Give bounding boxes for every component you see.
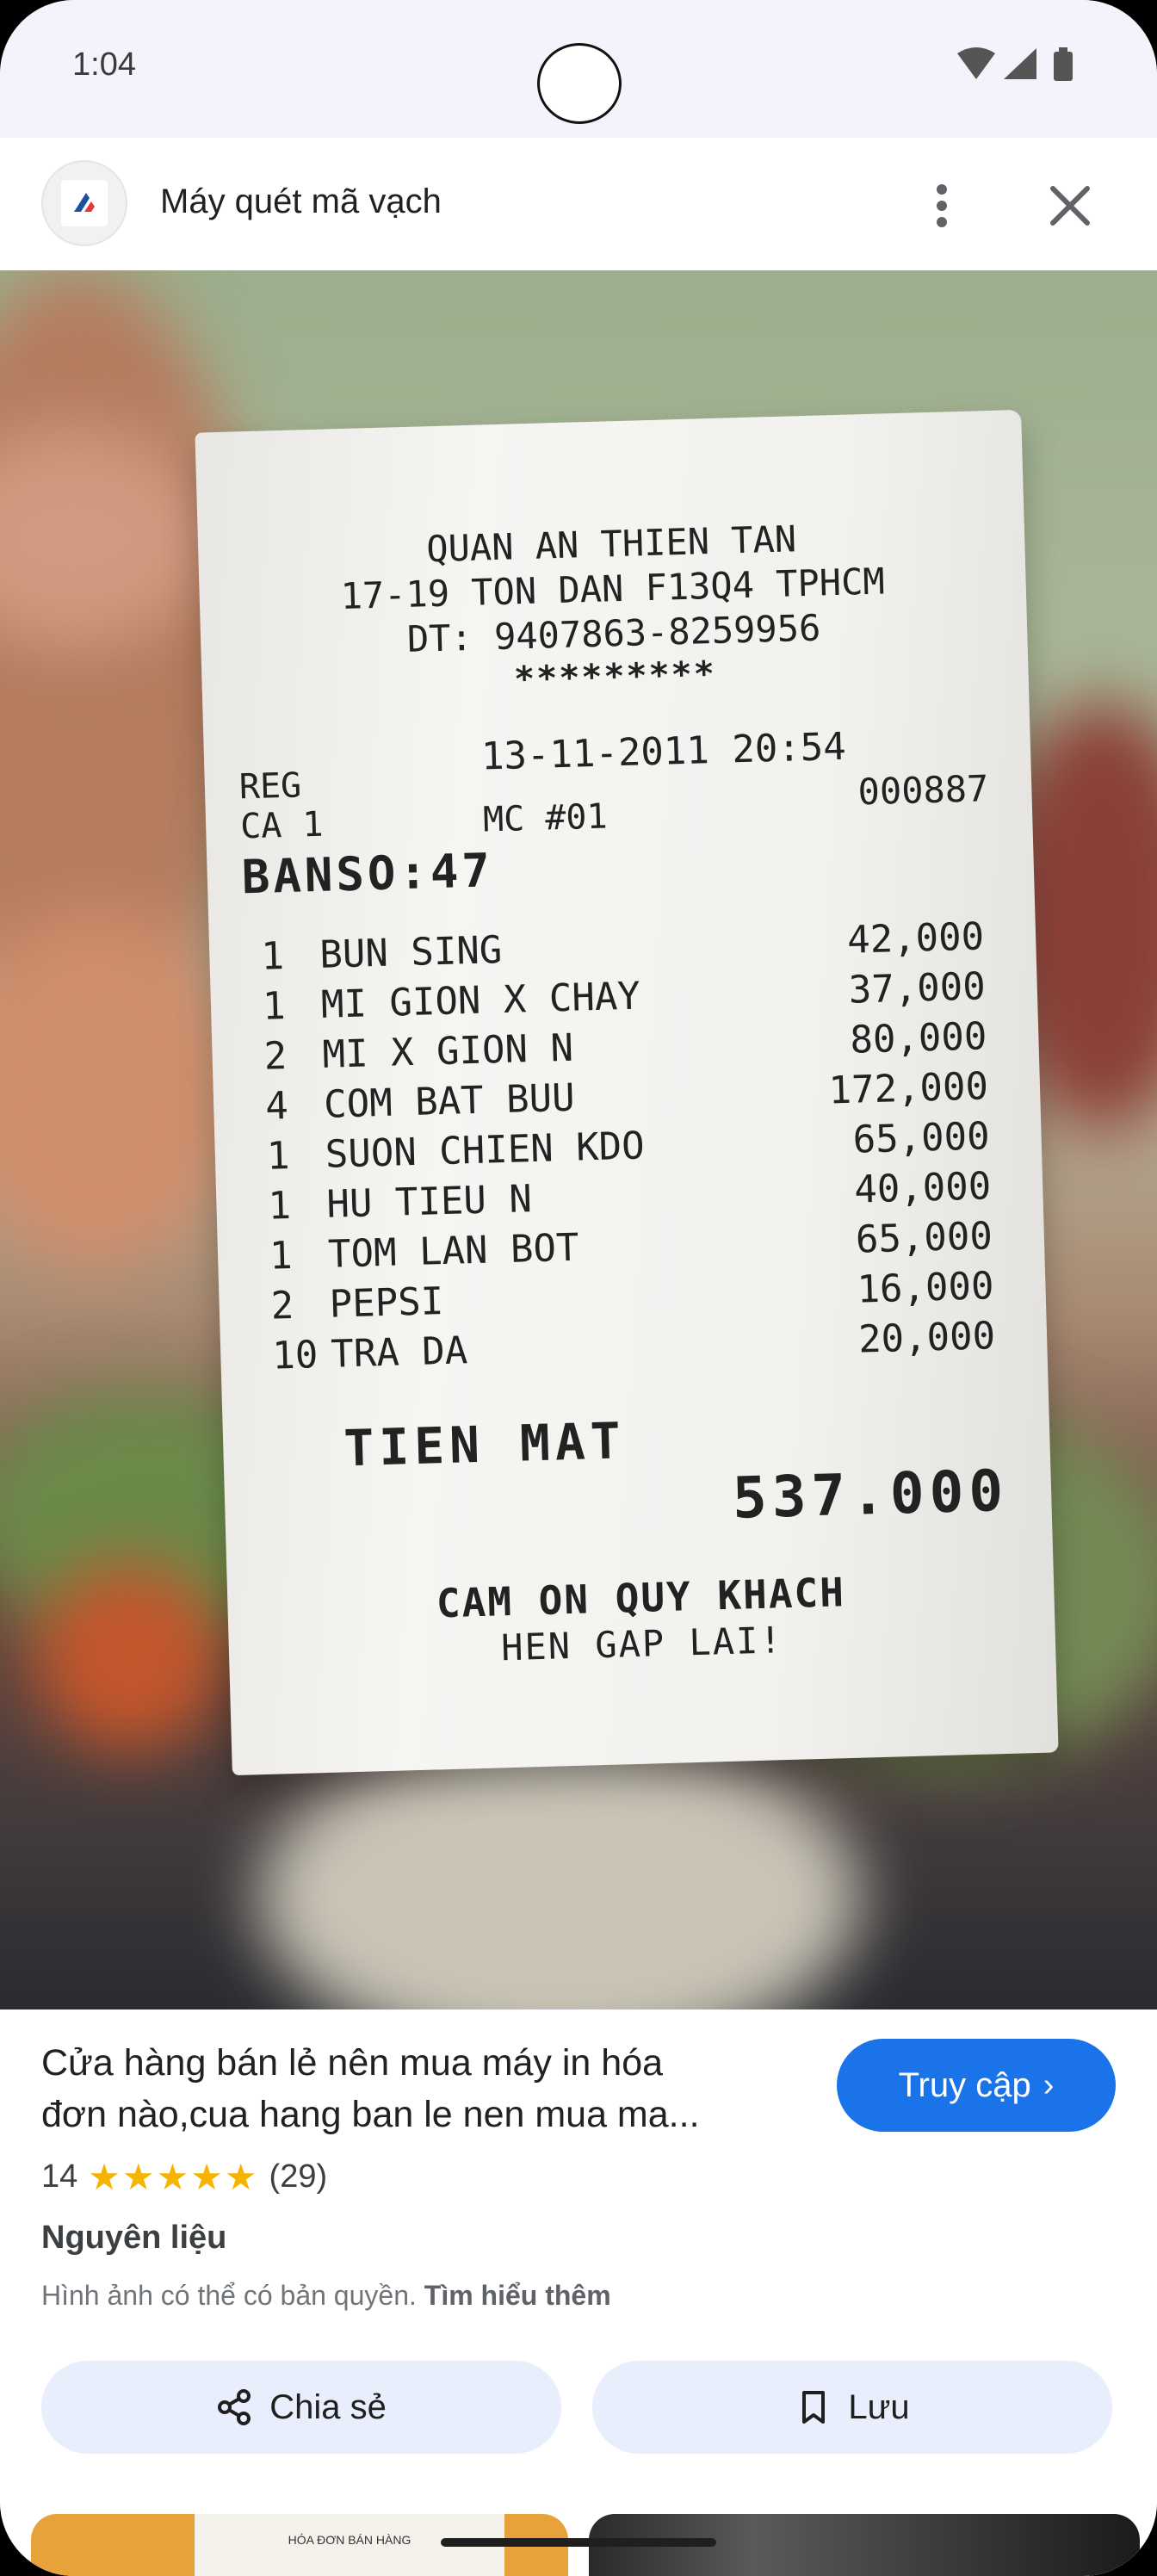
receipt-item-price: 42,000: [846, 914, 985, 963]
receipt-item-name: COM BAT BUU: [323, 1075, 576, 1127]
result-title-line1: Cửa hàng bán lẻ nên mua máy in hóa: [41, 2042, 664, 2084]
copyright-notice: Hình ảnh có thể có bản quyền. Tìm hiểu t…: [41, 2280, 611, 2312]
bookmark-icon: [802, 2391, 826, 2424]
camera-cutout: [537, 43, 622, 124]
rating-row: 14 ★★★★★ (29): [41, 2156, 327, 2198]
receipt-item-price: 80,000: [849, 1014, 988, 1062]
receipt-items: 1 BUN SING 42,000 1 MI GION X CHAY 37,000 2 MI …: [195, 410, 1021, 1378]
app-header: Máy quét mã vạch: [0, 138, 1157, 271]
battery-icon: [1054, 47, 1073, 81]
receipt-item-price: 16,000: [856, 1264, 995, 1312]
receipt-item-name: BUN SING: [319, 927, 503, 977]
result-title[interactable]: Cửa hàng bán lẻ nên mua máy in hóa đơn n…: [41, 2037, 799, 2140]
receipt-datetime: 13-11-2011 20:54: [480, 724, 847, 779]
receipt-paper: QUAN AN THIEN TAN 17-19 TON DAN F13Q4 TP…: [195, 409, 1059, 1776]
visit-label: Truy cập: [898, 2065, 1031, 2104]
receipt-item-qty: 1: [266, 1133, 291, 1179]
page-title: Máy quét mã vạch: [160, 183, 442, 220]
gesture-home-bar[interactable]: [441, 2538, 716, 2547]
receipt-item-qty: 1: [262, 984, 287, 1029]
receipt-mc: MC #01: [482, 796, 609, 840]
receipt-item-name: HU TIEU N: [325, 1177, 533, 1227]
result-image: QUAN AN THIEN TAN 17-19 TON DAN F13Q4 TP…: [0, 270, 1157, 2009]
chevron-right-icon: ›: [1043, 2066, 1055, 2103]
result-info-panel: Cửa hàng bán lẻ nên mua máy in hóa đơn n…: [0, 2009, 1157, 2576]
result-category: Nguyên liệu: [41, 2220, 227, 2256]
status-bar: 1:04: [0, 0, 1157, 138]
receipt-item-price: 65,000: [855, 1214, 993, 1262]
related-image-1-caption: HÓA ĐƠN BÁN HÀNG: [288, 2533, 411, 2547]
result-title-line2: đơn nào,cua hang ban le nen mua ma...: [41, 2094, 700, 2135]
receipt-item-qty: 10: [271, 1333, 319, 1378]
wifi-icon: [957, 47, 995, 79]
receipt-item-name: TRA DA: [330, 1328, 468, 1377]
save-button[interactable]: Lưu: [592, 2361, 1112, 2454]
close-icon[interactable]: [1038, 174, 1102, 238]
status-icons: [957, 47, 1073, 81]
receipt-ca: CA 1: [239, 804, 325, 847]
receipt-banso: BANSO:47: [240, 843, 494, 905]
receipt-payment-label: TIEN MAT: [343, 1411, 627, 1478]
phone-screen: 1:04 Máy quét mã vạch QUAN AN THIEN TAN …: [0, 0, 1157, 2576]
receipt-item-name: PEPSI: [329, 1279, 444, 1327]
site-favicon[interactable]: [41, 160, 127, 246]
carrot-blur: [34, 1562, 224, 1751]
receipt-item-price: 172,000: [827, 1064, 989, 1113]
site-logo-icon: [61, 180, 108, 226]
receipt-item-qty: 1: [267, 1183, 292, 1229]
receipt-item-price: 37,000: [848, 964, 987, 1012]
receipt-item-price: 65,000: [851, 1114, 991, 1162]
receipt-item-qty: 1: [260, 934, 285, 979]
receipt-total: 537.000: [731, 1457, 1010, 1532]
receipt-item-qty: 2: [270, 1283, 294, 1328]
save-label: Lưu: [848, 2387, 910, 2426]
more-vert-icon[interactable]: [918, 174, 966, 238]
share-icon: [218, 2389, 251, 2425]
receipt-item-name: MI GION X CHAY: [320, 974, 641, 1027]
receipt-number: 000887: [857, 767, 989, 814]
share-label: Chia sẻ: [269, 2387, 387, 2426]
fingers-blur: [0, 907, 241, 1269]
visit-button[interactable]: Truy cập ›: [837, 2039, 1116, 2132]
receipt-item-qty: 1: [269, 1233, 294, 1279]
copyright-text: Hình ảnh có thể có bản quyền.: [41, 2280, 417, 2311]
rating-value: 14: [41, 2158, 78, 2195]
plate-blur: [258, 1734, 861, 2009]
receipt-reg: REG: [238, 765, 302, 808]
signal-icon: [1004, 48, 1036, 79]
receipt-item-name: SUON CHIEN KDO: [325, 1124, 646, 1177]
status-time: 1:04: [72, 46, 136, 83]
receipt-item-qty: 2: [263, 1034, 288, 1079]
receipt-item-name: TOM LAN BOT: [327, 1225, 580, 1277]
learn-more-link[interactable]: Tìm hiểu thêm: [424, 2280, 611, 2311]
rating-stars-icon: ★★★★★: [88, 2157, 259, 2197]
receipt-item-price: 20,000: [857, 1314, 996, 1362]
rating-count: (29): [269, 2158, 328, 2195]
receipt-item-qty: 4: [264, 1083, 289, 1129]
receipt-item-price: 40,000: [853, 1164, 992, 1212]
share-button[interactable]: Chia sẻ: [41, 2361, 561, 2454]
receipt-item-name: MI X GION N: [321, 1025, 574, 1077]
